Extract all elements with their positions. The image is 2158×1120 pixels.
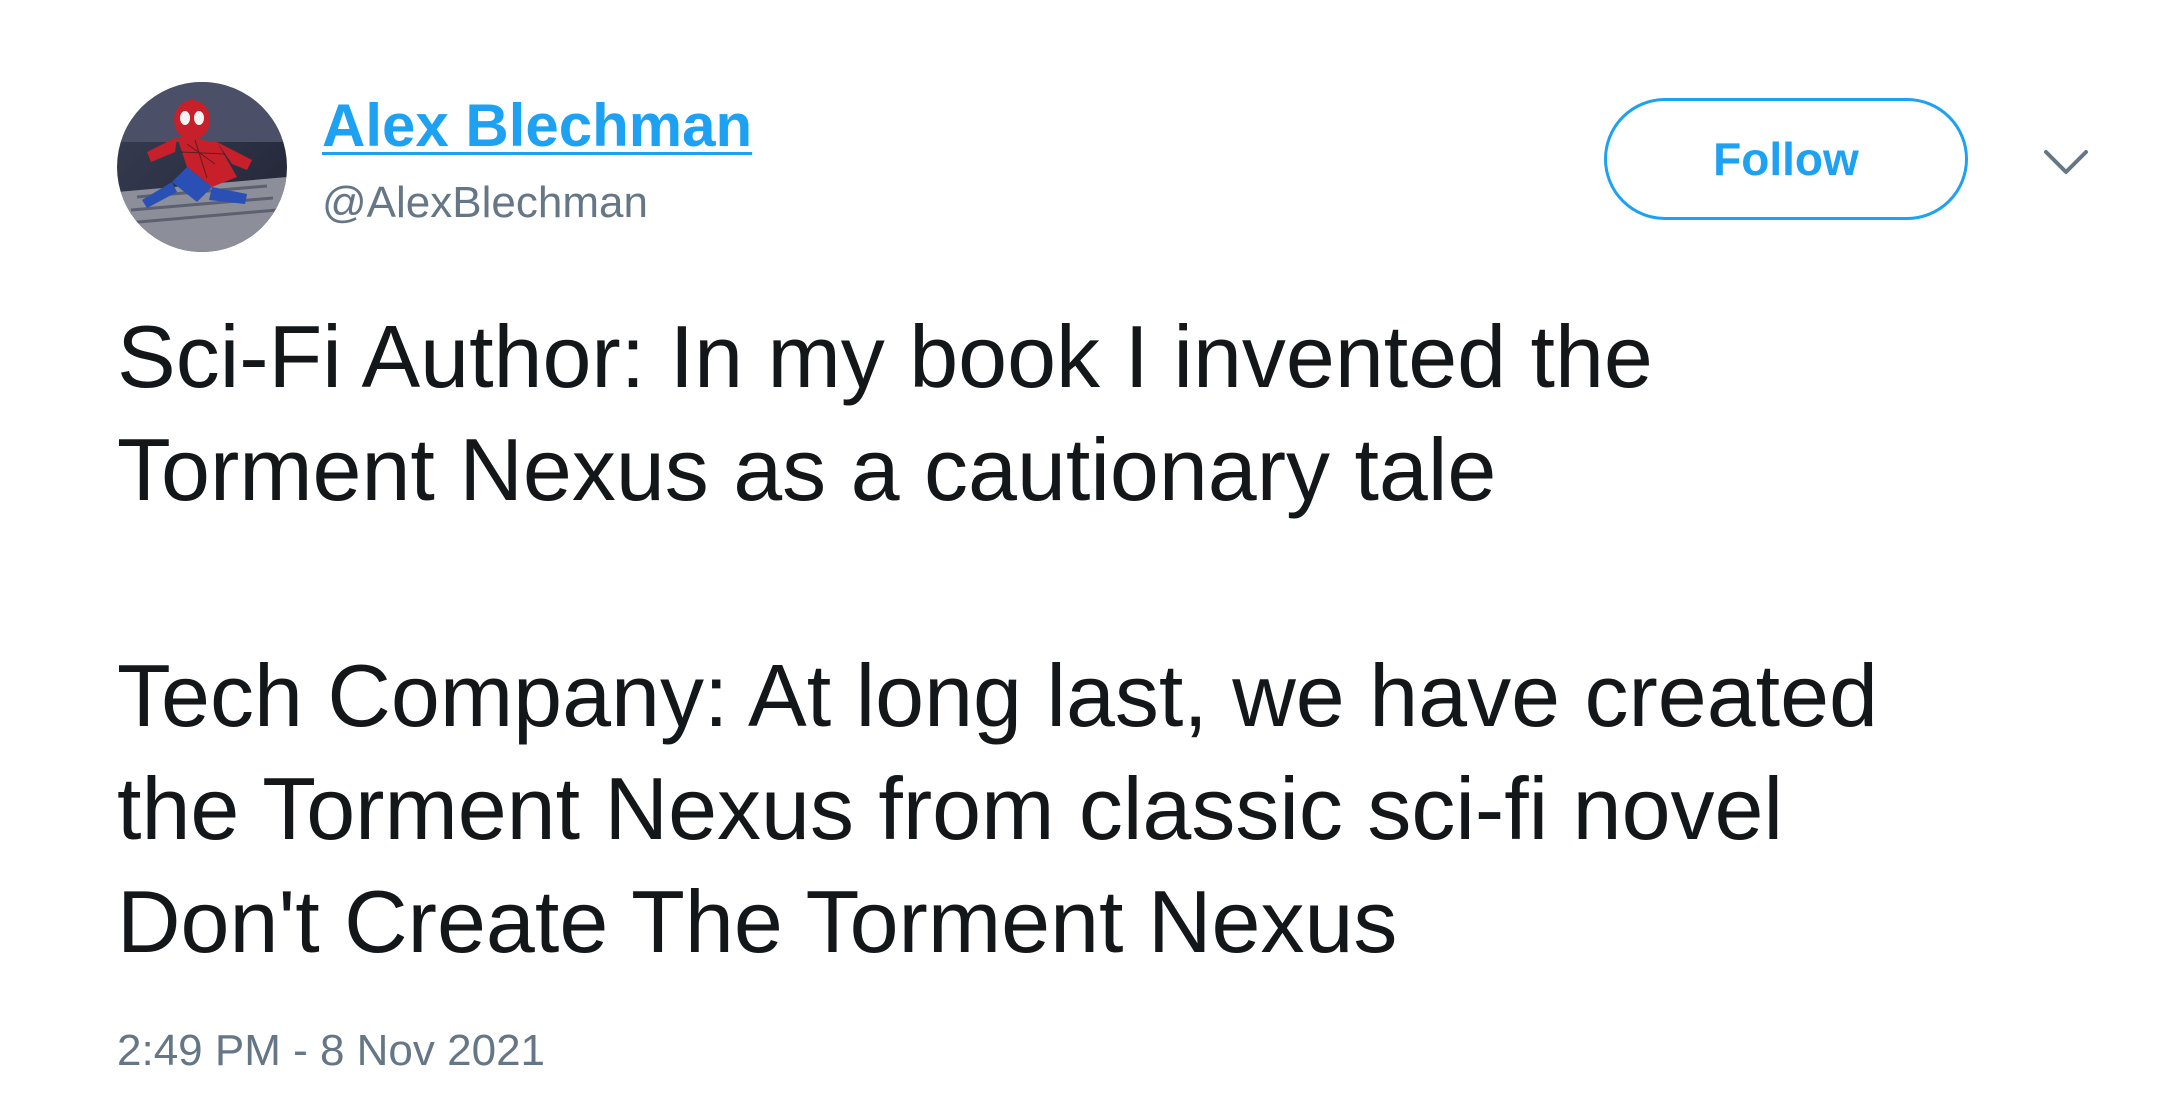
tweet-line: Torment Nexus as a cautionary tale [117, 420, 1497, 519]
avatar[interactable] [117, 82, 287, 252]
tweet-paragraph: Tech Company: At long last, we have crea… [117, 639, 2107, 978]
tweet-timestamp[interactable]: 2:49 PM - 8 Nov 2021 [117, 1024, 545, 1078]
author-handle[interactable]: @AlexBlechman [322, 176, 648, 230]
follow-button[interactable]: Follow [1604, 98, 1968, 220]
tweet-line: the Torment Nexus from classic sci-fi no… [117, 759, 1784, 858]
tweet-line: Tech Company: At long last, we have crea… [117, 646, 1878, 745]
spider-man-avatar-image [117, 82, 287, 252]
tweet-line: Sci-Fi Author: In my book I invented the [117, 307, 1653, 406]
author-display-name[interactable]: Alex Blechman [322, 90, 752, 162]
tweet-text: Sci-Fi Author: In my book I invented the… [117, 300, 2107, 978]
tweet-line: Don't Create The Torment Nexus [117, 872, 1398, 971]
chevron-down-icon[interactable] [2040, 144, 2092, 180]
tweet-card: Alex Blechman @AlexBlechman Follow Sci-F… [0, 0, 2158, 1120]
tweet-paragraph: Sci-Fi Author: In my book I invented the… [117, 300, 2107, 526]
